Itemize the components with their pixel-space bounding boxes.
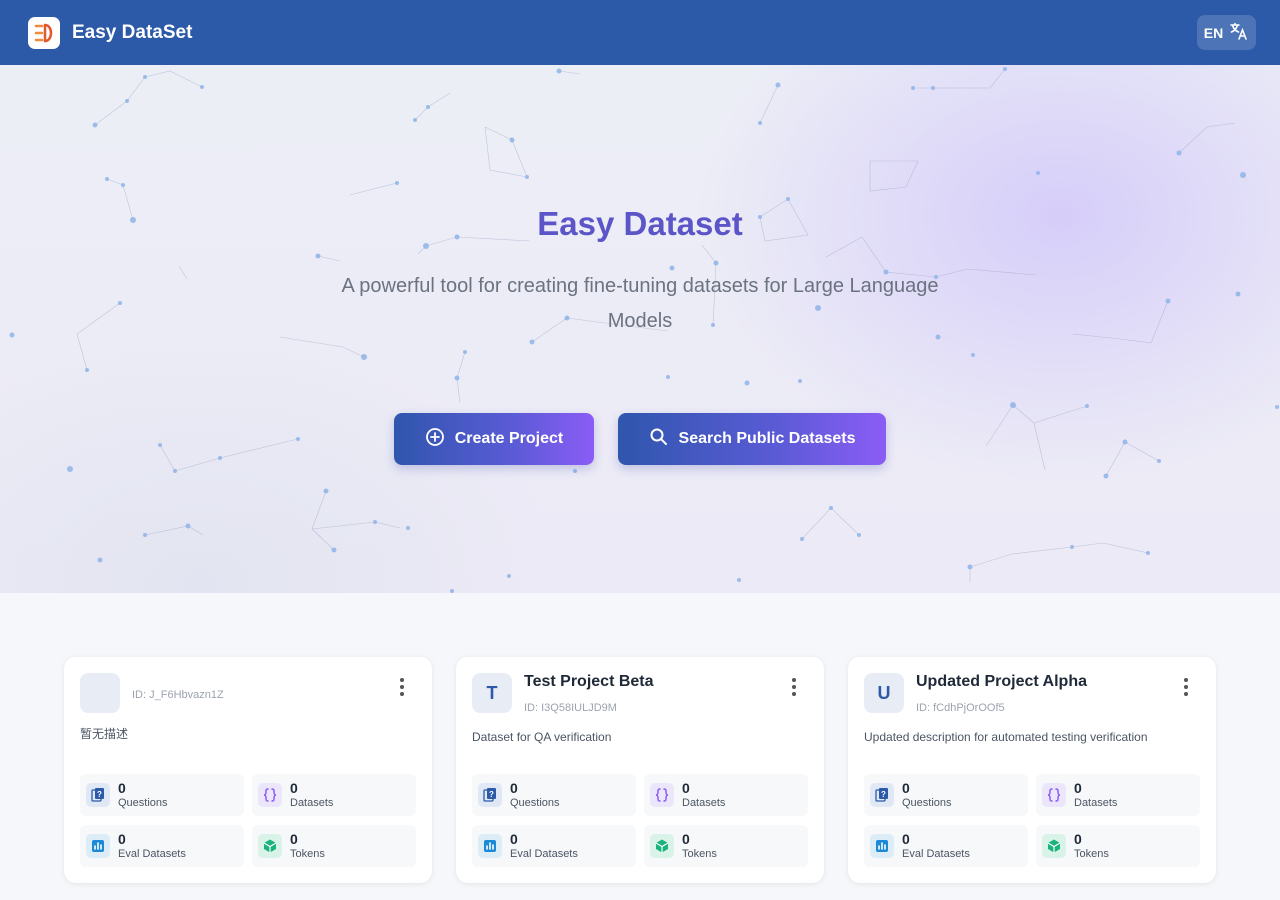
- tokens-label: Tokens: [1074, 847, 1109, 860]
- project-avatar: [80, 673, 120, 713]
- eval-chart-icon: [478, 834, 502, 858]
- questions-label: Questions: [118, 796, 168, 809]
- stat-datasets: 0 Datasets: [644, 774, 808, 816]
- questions-count: 0: [510, 779, 518, 796]
- hero-title: Easy Dataset: [537, 205, 743, 242]
- eval-chart-icon: [870, 834, 894, 858]
- questions-icon: ?: [86, 783, 110, 807]
- eval-datasets-label: Eval Datasets: [118, 847, 186, 860]
- create-project-label: Create Project: [454, 430, 564, 447]
- project-description: Updated description for automated testin…: [864, 730, 1148, 744]
- stat-datasets: 0 Datasets: [1036, 774, 1200, 816]
- stat-tokens: 0 Tokens: [1036, 825, 1200, 867]
- svg-text:?: ?: [881, 790, 886, 799]
- project-description: Dataset for QA verification: [472, 730, 612, 744]
- eval-datasets-count: 0: [510, 830, 518, 847]
- top-app-bar: Easy DataSet EN: [0, 0, 1280, 65]
- datasets-label: Datasets: [1074, 796, 1118, 809]
- stat-eval-datasets: 0 Eval Datasets: [472, 825, 636, 867]
- search-public-datasets-label: Search Public Datasets: [678, 430, 856, 447]
- stat-questions: ? 0 Questions: [80, 774, 244, 816]
- project-card[interactable]: U Updated Project Alpha ID: fCdhPjOrOOf5…: [848, 657, 1216, 883]
- datasets-icon: [650, 783, 674, 807]
- project-name: Updated Project Alpha: [916, 673, 1087, 690]
- more-vert-icon[interactable]: [390, 677, 414, 697]
- svg-text:?: ?: [489, 790, 494, 799]
- language-label: EN: [1203, 24, 1224, 41]
- translate-icon: [1229, 21, 1249, 44]
- eval-datasets-count: 0: [118, 830, 126, 847]
- project-card[interactable]: ID: J_F6Hbvazn1Z 暂无描述 ? 0 Questions 0 Data…: [64, 657, 432, 883]
- questions-count: 0: [902, 779, 910, 796]
- svg-text:?: ?: [97, 790, 102, 799]
- eval-datasets-label: Eval Datasets: [902, 847, 970, 860]
- project-id: ID: J_F6Hbvazn1Z: [132, 689, 224, 701]
- create-project-button[interactable]: Create Project: [394, 413, 594, 465]
- plus-circle-icon: [425, 427, 445, 452]
- logo-icon[interactable]: [28, 16, 60, 49]
- stat-tokens: 0 Tokens: [644, 825, 808, 867]
- project-id: ID: I3Q58IULJD9M: [524, 702, 617, 714]
- datasets-count: 0: [290, 779, 298, 796]
- tokens-count: 0: [682, 830, 690, 847]
- hero-subtitle: A powerful tool for creating fine-tuning…: [341, 275, 939, 332]
- project-avatar: U: [864, 673, 904, 713]
- eval-datasets-label: Eval Datasets: [510, 847, 578, 860]
- eval-datasets-count: 0: [902, 830, 910, 847]
- tokens-cube-icon: [258, 834, 282, 858]
- more-vert-icon[interactable]: [1174, 677, 1198, 697]
- questions-label: Questions: [902, 796, 952, 809]
- stat-questions: ? 0 Questions: [472, 774, 636, 816]
- hero-section: Easy Dataset A powerful tool for creatin…: [0, 65, 1280, 593]
- tokens-count: 0: [1074, 830, 1082, 847]
- questions-count: 0: [118, 779, 126, 796]
- tokens-count: 0: [290, 830, 298, 847]
- datasets-count: 0: [1074, 779, 1082, 796]
- datasets-count: 0: [682, 779, 690, 796]
- search-icon: [649, 427, 669, 452]
- project-description: 暂无描述: [80, 727, 129, 741]
- project-card[interactable]: T Test Project Beta ID: I3Q58IULJD9M Dat…: [456, 657, 824, 883]
- stat-eval-datasets: 0 Eval Datasets: [80, 825, 244, 867]
- search-public-datasets-button[interactable]: Search Public Datasets: [618, 413, 886, 465]
- datasets-icon: [1042, 783, 1066, 807]
- questions-icon: ?: [478, 783, 502, 807]
- stat-tokens: 0 Tokens: [252, 825, 416, 867]
- tokens-label: Tokens: [682, 847, 717, 860]
- project-name: Test Project Beta: [524, 673, 654, 690]
- tokens-cube-icon: [650, 834, 674, 858]
- stat-eval-datasets: 0 Eval Datasets: [864, 825, 1028, 867]
- app-title: Easy DataSet: [72, 21, 193, 43]
- datasets-icon: [258, 783, 282, 807]
- tokens-cube-icon: [1042, 834, 1066, 858]
- stat-questions: ? 0 Questions: [864, 774, 1028, 816]
- eval-chart-icon: [86, 834, 110, 858]
- datasets-label: Datasets: [682, 796, 726, 809]
- project-id: ID: fCdhPjOrOOf5: [916, 702, 1005, 714]
- language-switch-button[interactable]: EN: [1197, 15, 1256, 50]
- datasets-label: Datasets: [290, 796, 334, 809]
- stat-datasets: 0 Datasets: [252, 774, 416, 816]
- project-avatar: T: [472, 673, 512, 713]
- questions-icon: ?: [870, 783, 894, 807]
- questions-label: Questions: [510, 796, 560, 809]
- more-vert-icon[interactable]: [782, 677, 806, 697]
- tokens-label: Tokens: [290, 847, 325, 860]
